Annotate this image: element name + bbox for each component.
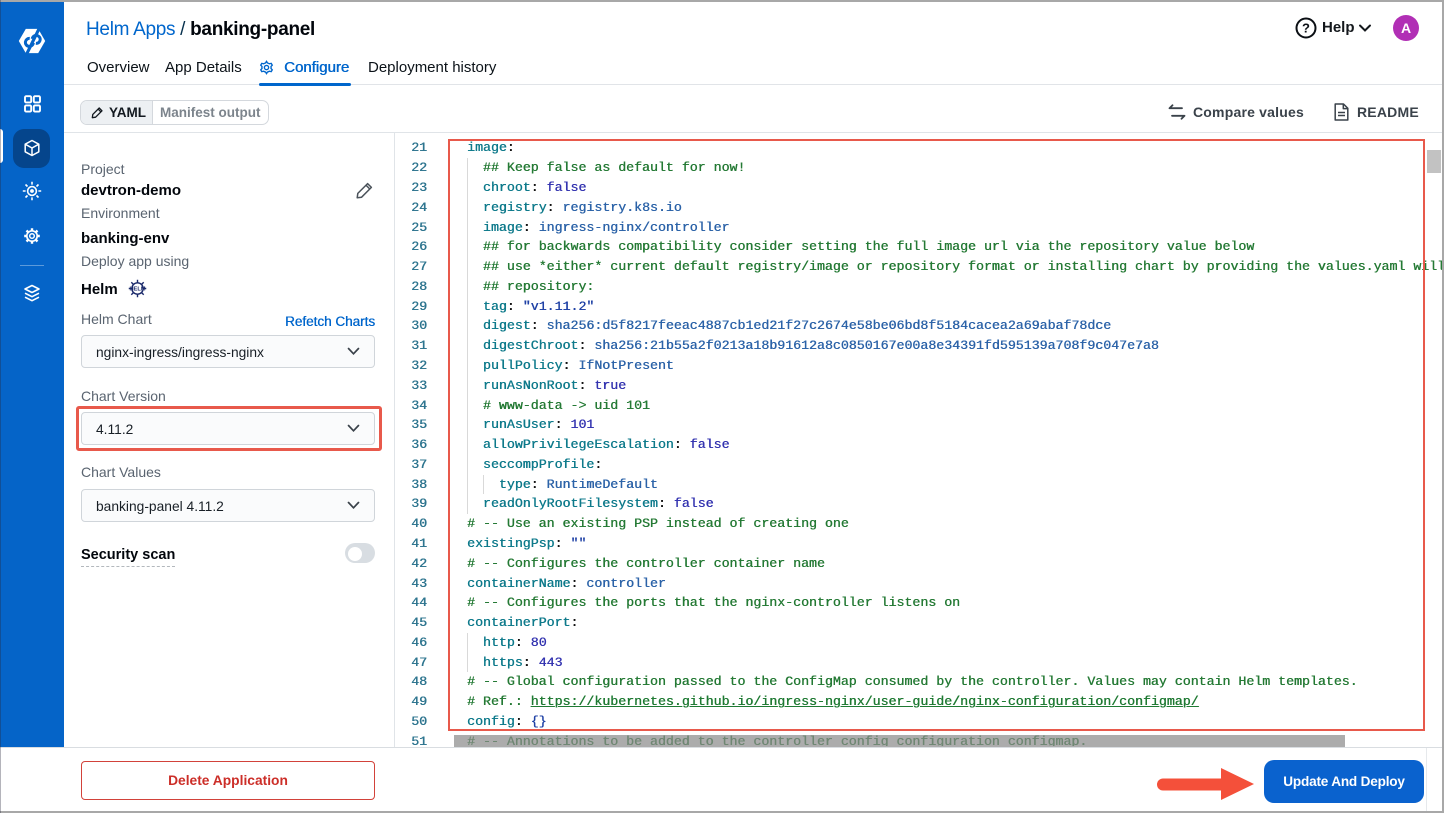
svg-text:HELM: HELM: [129, 287, 145, 293]
svg-text:?: ?: [1302, 21, 1310, 36]
